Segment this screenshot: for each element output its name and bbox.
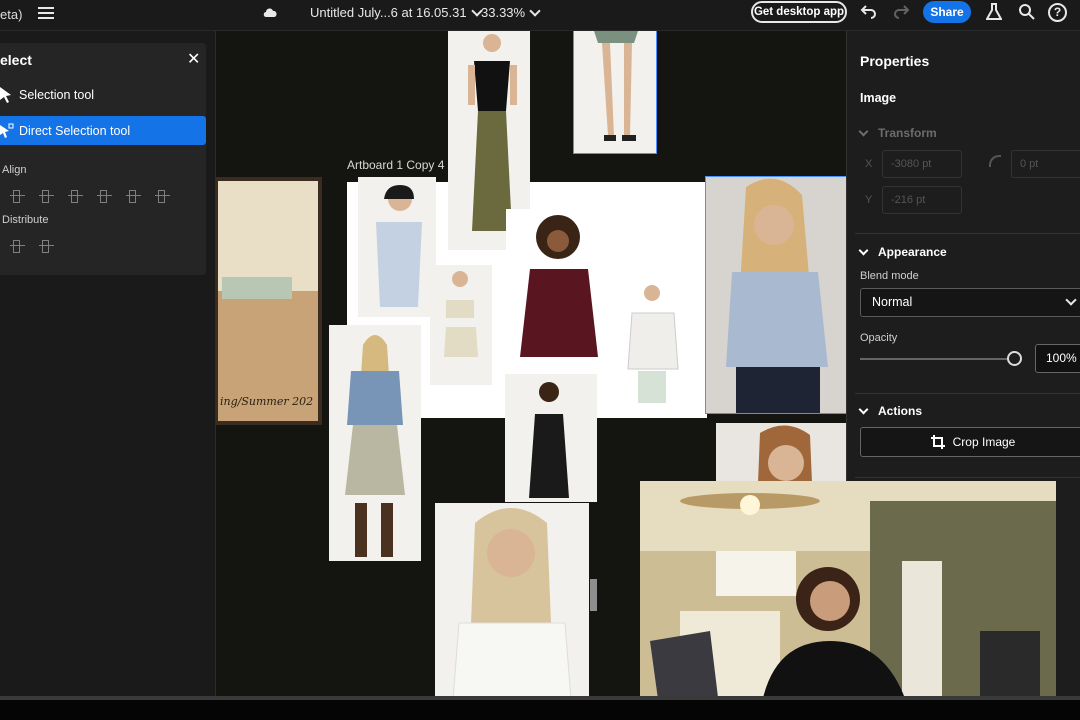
- align-label: Align: [2, 164, 27, 176]
- fashion-photo-burgundy-top[interactable]: [506, 209, 612, 361]
- top-bar: eta) Untitled July...6 at 16.05.31 33.33…: [0, 0, 1080, 31]
- chevron-down-icon: [529, 4, 541, 17]
- divider: [855, 477, 1080, 478]
- opacity-slider-track[interactable]: [860, 358, 1008, 360]
- opacity-input[interactable]: 100%: [1035, 344, 1080, 373]
- chevron-down-icon: [858, 126, 869, 136]
- zoom-dropdown[interactable]: 33.33%: [481, 4, 541, 20]
- align-buttons: [10, 188, 170, 203]
- bottom-bar: [0, 700, 1080, 720]
- align-middle-icon[interactable]: [126, 188, 141, 203]
- tool-label: Selection tool: [19, 87, 95, 102]
- align-left-icon[interactable]: [10, 188, 25, 203]
- transform-label: Transform: [878, 126, 937, 140]
- opacity-label: Opacity: [860, 332, 898, 344]
- hamburger-menu-icon[interactable]: [36, 4, 56, 22]
- crop-icon: [930, 435, 945, 449]
- fashion-photo-polka-dress[interactable]: [505, 374, 597, 502]
- cloud-icon[interactable]: [262, 6, 279, 19]
- model-figure: [627, 285, 679, 403]
- distribute-label: Distribute: [2, 214, 49, 226]
- document-title[interactable]: Untitled July...6 at 16.05.31: [310, 4, 483, 20]
- model-figure: [594, 31, 638, 141]
- tool-label: Direct Selection tool: [19, 123, 131, 138]
- scroll-handle[interactable]: [590, 579, 597, 611]
- undo-icon[interactable]: [860, 3, 878, 19]
- fashion-photo-white-top[interactable]: [435, 503, 589, 700]
- fashion-photo-lace-top[interactable]: [616, 279, 690, 405]
- chevron-down-icon: [858, 245, 869, 255]
- selection-tool-item[interactable]: Selection tool: [0, 80, 206, 109]
- distribute-buttons: [10, 238, 54, 253]
- select-tools-panel: elect ✕ Selection tool Direct Selection …: [0, 43, 206, 275]
- panel-title: elect: [0, 52, 32, 68]
- distribute-horizontal-icon[interactable]: [10, 238, 25, 253]
- x-position-field[interactable]: -3080 pt: [882, 150, 962, 178]
- actions-label: Actions: [878, 404, 923, 418]
- poster-image[interactable]: ing/Summer 202: [216, 177, 322, 425]
- crop-label: Crop Image: [952, 435, 1016, 449]
- fashion-photo-portrait-partial[interactable]: [716, 423, 846, 483]
- flask-icon[interactable]: [986, 3, 1002, 21]
- model-figure: [345, 335, 405, 557]
- fashion-photo-legs[interactable]: [573, 31, 657, 154]
- appearance-section-toggle[interactable]: Appearance: [858, 245, 947, 259]
- zoom-value: 33.33%: [481, 5, 526, 20]
- chevron-down-icon: [1065, 294, 1077, 306]
- divider: [855, 393, 1080, 394]
- direct-selection-tool-item[interactable]: Direct Selection tool: [0, 116, 206, 145]
- help-icon[interactable]: ?: [1048, 3, 1067, 22]
- properties-title: Properties: [860, 53, 930, 69]
- appearance-label: Appearance: [878, 245, 947, 259]
- fashion-photo-knit-top[interactable]: [358, 177, 436, 317]
- redo-icon[interactable]: [892, 3, 910, 19]
- model-figure: [758, 425, 812, 483]
- poster-room: ing/Summer 202: [218, 181, 318, 421]
- close-icon[interactable]: ✕: [187, 52, 200, 68]
- fashion-photo-denim-jacket[interactable]: [329, 325, 421, 561]
- align-right-icon[interactable]: [68, 188, 83, 203]
- webcam-scene: [640, 481, 1056, 714]
- model-figure: [452, 508, 572, 700]
- direct-select-icon: [0, 123, 14, 138]
- arrow-pointer-icon: [0, 87, 11, 103]
- poster-caption: ing/Summer 202: [220, 395, 314, 408]
- distribute-vertical-icon[interactable]: [39, 238, 54, 253]
- corner-radius-field[interactable]: 0 pt: [1011, 150, 1080, 178]
- share-button[interactable]: Share: [923, 1, 971, 23]
- align-center-icon[interactable]: [39, 188, 54, 203]
- model-figure: [376, 185, 422, 307]
- fashion-photo-gingham-set[interactable]: [430, 265, 492, 385]
- poster-window: [222, 277, 292, 299]
- x-label: X: [865, 158, 873, 170]
- divider: [855, 233, 1080, 234]
- model-figure: [520, 215, 598, 357]
- webcam-overlay: [640, 481, 1056, 714]
- document-title-text: Untitled July...6 at 16.05.31: [310, 5, 467, 20]
- chevron-down-icon: [858, 404, 869, 414]
- blend-mode-value: Normal: [872, 295, 913, 309]
- actions-section-toggle[interactable]: Actions: [858, 404, 923, 418]
- align-top-icon[interactable]: [97, 188, 112, 203]
- search-icon[interactable]: [1018, 3, 1035, 20]
- model-figure: [444, 271, 478, 357]
- align-bottom-icon[interactable]: [155, 188, 170, 203]
- model-figure: [726, 178, 828, 413]
- get-desktop-app-button[interactable]: Get desktop app: [751, 1, 847, 23]
- app-name: eta): [0, 7, 23, 22]
- transform-section-toggle[interactable]: Transform: [858, 126, 937, 140]
- y-position-field[interactable]: -216 pt: [882, 186, 962, 214]
- y-label: Y: [865, 194, 873, 206]
- model-figure: [529, 382, 569, 498]
- image-subtitle: Image: [860, 91, 897, 105]
- opacity-slider-knob[interactable]: [1007, 351, 1022, 366]
- blend-mode-select[interactable]: Normal: [860, 288, 1080, 317]
- corner-radius-icon: [989, 155, 1001, 167]
- blend-mode-label: Blend mode: [860, 270, 919, 282]
- crop-image-button[interactable]: Crop Image: [860, 427, 1080, 457]
- artboard-label[interactable]: Artboard 1 Copy 4: [347, 158, 444, 172]
- fashion-photo-selected-image[interactable]: [705, 176, 846, 414]
